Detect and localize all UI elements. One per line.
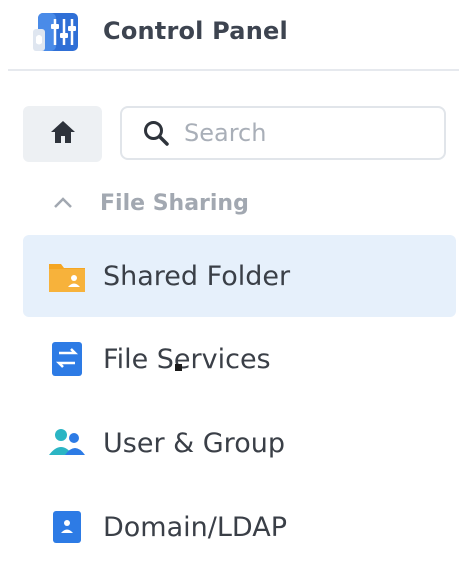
section-label: File Sharing bbox=[100, 190, 249, 216]
shared-folder-icon bbox=[47, 256, 87, 296]
mouse-cursor bbox=[175, 364, 182, 371]
domain-ldap-icon bbox=[47, 507, 87, 547]
home-button[interactable] bbox=[23, 106, 102, 162]
search-input[interactable] bbox=[182, 118, 426, 148]
sidebar-item-shared-folder[interactable]: Shared Folder bbox=[23, 235, 456, 317]
sidebar-item-domain-ldap[interactable]: Domain/LDAP bbox=[23, 486, 456, 568]
sidebar-item-file-services[interactable]: File Services bbox=[23, 318, 456, 400]
header-divider bbox=[8, 69, 459, 71]
search-field[interactable] bbox=[120, 106, 446, 160]
control-panel-sliders-icon bbox=[33, 11, 81, 53]
file-services-icon bbox=[47, 339, 87, 379]
chevron-up-icon bbox=[52, 192, 74, 214]
sidebar-item-user-group[interactable]: User & Group bbox=[23, 402, 456, 484]
sidebar-item-label: File Services bbox=[103, 343, 271, 375]
section-file-sharing[interactable]: File Sharing bbox=[52, 186, 249, 220]
app-header: Control Panel bbox=[0, 0, 459, 68]
sidebar-item-label: Shared Folder bbox=[103, 260, 291, 292]
user-group-icon bbox=[47, 423, 87, 463]
sidebar-item-label: User & Group bbox=[103, 427, 285, 459]
search-icon bbox=[142, 119, 170, 147]
sidebar-item-label: Domain/LDAP bbox=[103, 511, 287, 543]
home-icon bbox=[49, 119, 77, 149]
app-title: Control Panel bbox=[103, 17, 288, 45]
